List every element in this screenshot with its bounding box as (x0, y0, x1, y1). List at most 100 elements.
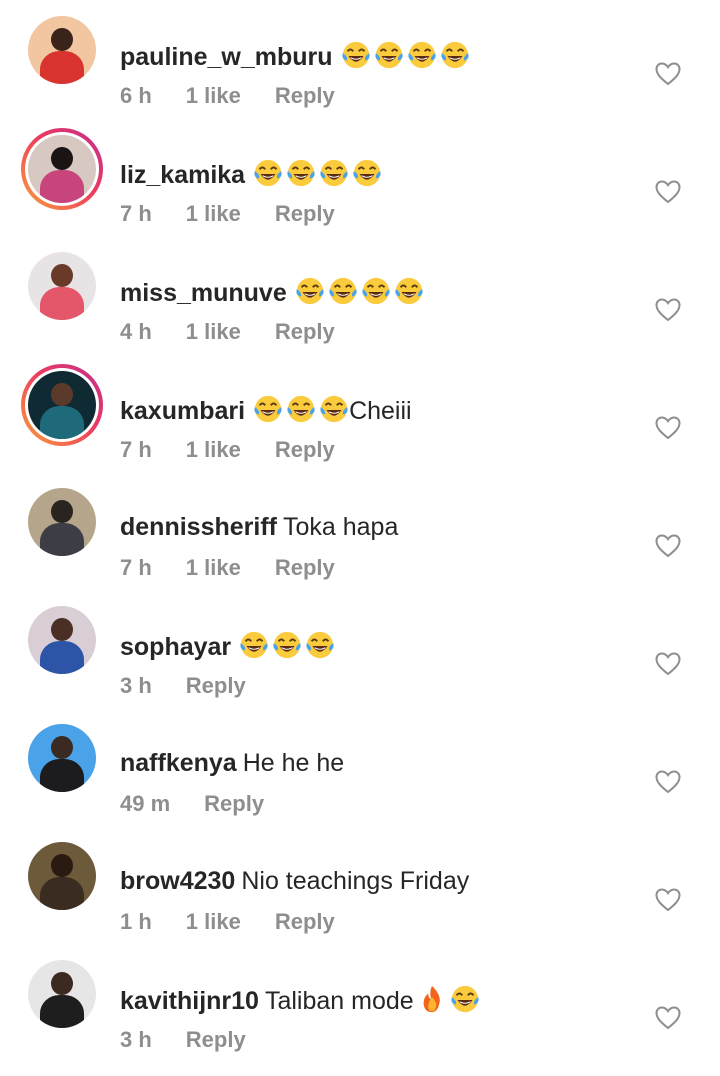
reply-button[interactable]: Reply (275, 555, 335, 580)
comment-meta: 6 h 1 like Reply (120, 82, 369, 110)
tears-of-joy-emoji-icon (239, 630, 269, 660)
tears-of-joy-emoji-icon (253, 158, 283, 188)
tears-of-joy-emoji-icon (328, 276, 358, 306)
comment-row: brow4230 Nio teachings Friday 1 h 1 like Rep… (0, 840, 720, 958)
heart-outline-icon[interactable] (655, 180, 681, 204)
avatar-figure-head (51, 618, 73, 642)
comment-meta: 49 m Reply (120, 790, 298, 818)
heart-outline-icon[interactable] (655, 534, 681, 558)
comment-text-line: sophayar (120, 630, 335, 662)
comment-username[interactable]: miss_munuve (120, 279, 287, 307)
comment-text-line: miss_munuve (120, 276, 424, 308)
comment-meta: 1 h 1 like Reply (120, 908, 369, 936)
tears-of-joy-emoji-icon (450, 984, 480, 1014)
avatar-image (28, 842, 96, 910)
reply-button[interactable]: Reply (275, 83, 335, 108)
comment-timestamp: 3 h (120, 1027, 152, 1052)
avatar[interactable] (28, 488, 96, 556)
avatar-image (28, 606, 96, 674)
avatar-ring-gap (25, 368, 99, 442)
reply-button[interactable]: Reply (275, 201, 335, 226)
comment-like-count[interactable]: 1 like (186, 909, 241, 934)
comment-text-line: pauline_w_mburu (120, 40, 470, 72)
avatar-image (28, 724, 96, 792)
avatar[interactable] (28, 16, 96, 84)
avatar[interactable] (28, 960, 96, 1028)
comment-username[interactable]: kavithijnr10 (120, 987, 259, 1015)
avatar-figure-body (40, 406, 84, 439)
avatar-image (28, 135, 96, 203)
avatar-figure-body (40, 170, 84, 203)
comment-timestamp: 4 h (120, 319, 152, 344)
comment-timestamp: 3 h (120, 673, 152, 698)
reply-button[interactable]: Reply (275, 319, 335, 344)
reply-button[interactable]: Reply (275, 437, 335, 462)
comment-meta: 7 h 1 like Reply (120, 436, 369, 464)
avatar[interactable] (28, 252, 96, 320)
tears-of-joy-emoji-icon (341, 40, 371, 70)
comment-meta: 7 h 1 like Reply (120, 200, 369, 228)
comment-like-count[interactable]: 1 like (186, 83, 241, 108)
avatar-figure-head (51, 500, 73, 524)
tears-of-joy-emoji-icon (295, 276, 325, 306)
avatar[interactable] (28, 842, 96, 910)
comment-username[interactable]: sophayar (120, 633, 231, 661)
avatar-figure-body (40, 641, 84, 674)
avatar-figure-head (51, 28, 73, 52)
avatar-image (28, 16, 96, 84)
avatar-image (28, 371, 96, 439)
tears-of-joy-emoji-icon (319, 158, 349, 188)
tears-of-joy-emoji-icon (440, 40, 470, 70)
comment-username[interactable]: brow4230 (120, 867, 235, 895)
reply-button[interactable]: Reply (186, 673, 246, 698)
comment-timestamp: 1 h (120, 909, 152, 934)
avatar-story-ring[interactable] (21, 128, 103, 210)
reply-button[interactable]: Reply (186, 1027, 246, 1052)
heart-outline-icon[interactable] (655, 62, 681, 86)
comment-like-count[interactable]: 1 like (186, 319, 241, 344)
tears-of-joy-emoji-icon (361, 276, 391, 306)
tears-of-joy-emoji-icon (394, 276, 424, 306)
comment-row: sophayar 3 h Reply (0, 604, 720, 722)
tears-of-joy-emoji-icon (407, 40, 437, 70)
comment-like-count[interactable]: 1 like (186, 555, 241, 580)
comment-username[interactable]: naffkenya (120, 749, 237, 777)
tears-of-joy-emoji-icon (286, 394, 316, 424)
comment-row: kavithijnr10 Taliban mode 3 h Reply (0, 958, 720, 1076)
heart-outline-icon[interactable] (655, 416, 681, 440)
comment-row: pauline_w_mburu 6 h 1 like Reply (0, 14, 720, 132)
avatar[interactable] (28, 606, 96, 674)
heart-outline-icon[interactable] (655, 298, 681, 322)
comment-body: Cheiii (349, 397, 412, 425)
comment-body: Toka hapa (282, 513, 399, 541)
tears-of-joy-emoji-icon (352, 158, 382, 188)
comment-text-line: kaxumbari Cheiii (120, 394, 412, 426)
comment-timestamp: 6 h (120, 83, 152, 108)
comment-like-count[interactable]: 1 like (186, 437, 241, 462)
comment-row: naffkenya He he he 49 m Reply (0, 722, 720, 840)
heart-outline-icon[interactable] (655, 888, 681, 912)
comment-username[interactable]: dennissheriff (120, 513, 277, 541)
avatar-image (28, 252, 96, 320)
comment-username[interactable]: pauline_w_mburu (120, 43, 333, 71)
avatar-image (28, 488, 96, 556)
reply-button[interactable]: Reply (204, 791, 264, 816)
comment-like-count[interactable]: 1 like (186, 201, 241, 226)
reply-button[interactable]: Reply (275, 909, 335, 934)
comment-row: kaxumbari Cheiii 7 h 1 like Reply (0, 364, 720, 486)
heart-outline-icon[interactable] (655, 1006, 681, 1030)
heart-outline-icon[interactable] (655, 770, 681, 794)
comment-row: liz_kamika 7 h 1 like Reply (0, 128, 720, 250)
comment-username[interactable]: liz_kamika (120, 161, 245, 189)
comment-text-line: naffkenya He he he (120, 748, 344, 778)
comment-text-line: liz_kamika (120, 158, 382, 190)
avatar[interactable] (28, 724, 96, 792)
comment-username[interactable]: kaxumbari (120, 397, 245, 425)
comments-list: pauline_w_mburu 6 h 1 like Reply liz_kamika 7… (0, 0, 720, 1052)
heart-outline-icon[interactable] (655, 652, 681, 676)
comment-body: He he he (242, 749, 345, 777)
avatar-figure-body (40, 759, 84, 792)
comment-meta: 3 h Reply (120, 1026, 280, 1054)
avatar-story-ring[interactable] (21, 364, 103, 446)
avatar-figure-body (40, 877, 84, 910)
